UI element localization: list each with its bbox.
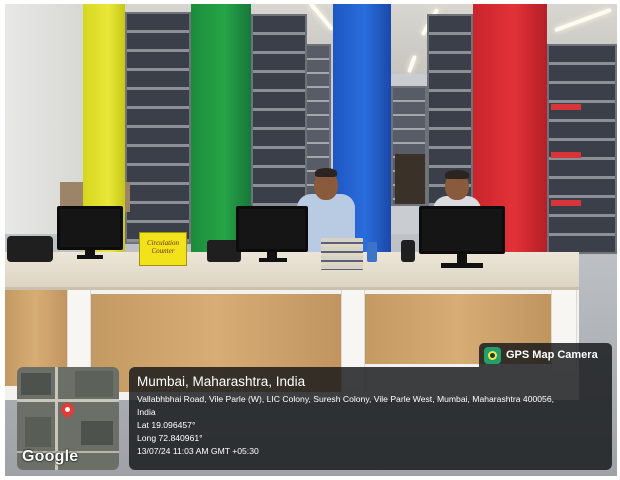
- address-country: India: [137, 407, 156, 417]
- location-title: Mumbai, Maharashtra, India: [137, 374, 306, 389]
- google-logo: Google: [22, 448, 79, 465]
- location-pin-icon: [58, 400, 77, 419]
- gps-app-name: GPS Map Camera: [506, 349, 598, 361]
- bookshelf: [251, 14, 307, 214]
- monitor-base: [441, 263, 483, 268]
- circulation-counter-sign: Circulation Counter: [139, 232, 187, 266]
- bottle: [367, 242, 377, 262]
- gps-map-camera-badge: GPS Map Camera: [479, 343, 612, 367]
- bookshelf: [547, 44, 617, 254]
- shelf-accent: [551, 152, 581, 158]
- printer: [7, 236, 53, 262]
- monitor-right: [419, 206, 505, 254]
- monitor-base: [77, 255, 103, 259]
- librarian-hair: [315, 168, 337, 177]
- latitude-text: Lat 19.096457°: [137, 420, 196, 430]
- timestamp-text: 13/07/24 11:03 AM GMT +05:30: [137, 446, 259, 456]
- location-map-thumbnail: Google: [17, 367, 119, 470]
- shelf-accent: [551, 104, 581, 110]
- location-info-panel: Mumbai, Maharashtra, India Vallabhbhai R…: [129, 367, 612, 470]
- monitor-left: [57, 206, 123, 250]
- webcam: [401, 240, 415, 262]
- shelf-accent: [551, 200, 581, 206]
- assistant-hair: [445, 170, 469, 179]
- monitor-center: [236, 206, 308, 252]
- bookshelf: [125, 12, 191, 244]
- gps-camera-app-icon: [484, 346, 501, 364]
- reading-table: [395, 154, 425, 204]
- monitor-base: [259, 258, 287, 262]
- address-line: Vallabhbhai Road, Vile Parle (W), LIC Co…: [137, 394, 555, 404]
- longitude-text: Long 72.840961°: [137, 433, 203, 443]
- stack-of-books: [321, 238, 363, 270]
